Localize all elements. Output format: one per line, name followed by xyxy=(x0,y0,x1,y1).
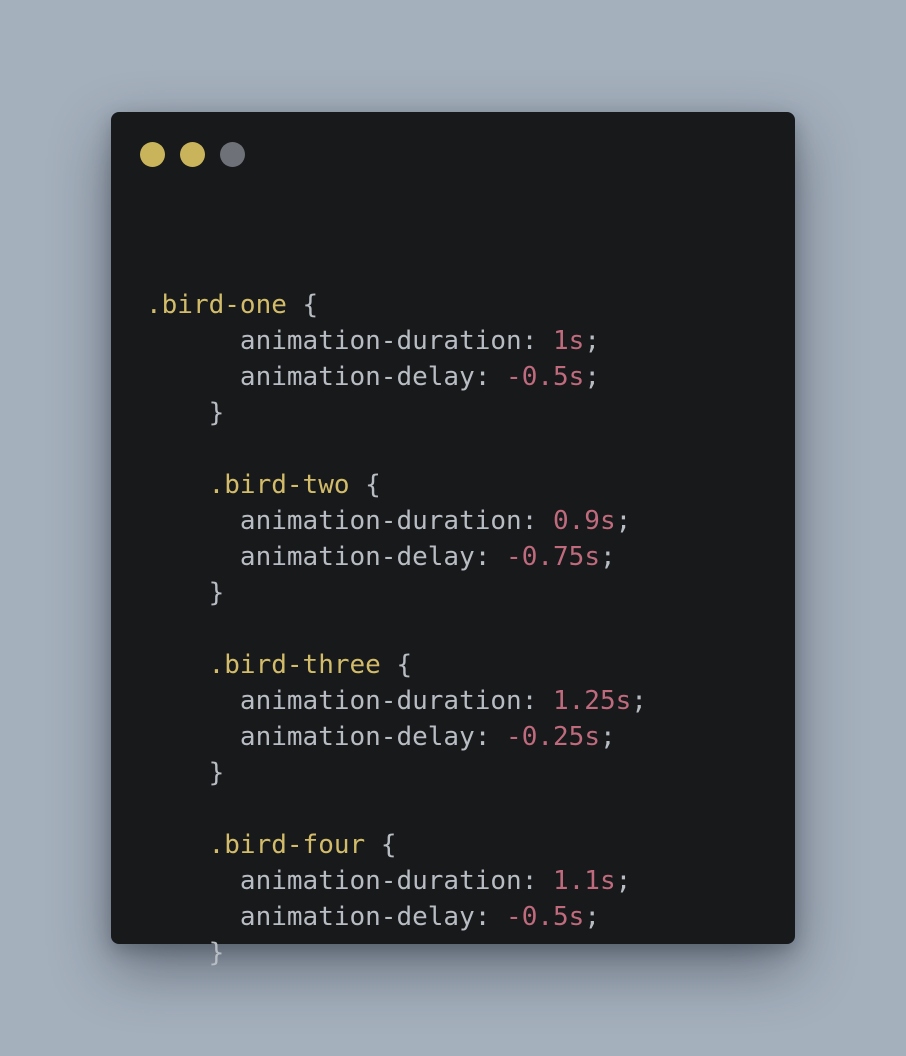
open-brace: { xyxy=(349,470,381,500)
css-property: animation-delay xyxy=(239,902,475,932)
css-selector: .bird-four xyxy=(208,830,366,860)
css-property: animation-duration xyxy=(239,506,522,536)
code-line: } xyxy=(146,935,647,971)
window-dot-3[interactable] xyxy=(220,142,245,167)
code-line: animation-delay: -0.25s; xyxy=(146,719,647,755)
colon: : xyxy=(474,542,507,572)
semicolon: ; xyxy=(615,866,632,896)
css-property: animation-delay xyxy=(239,542,475,572)
semicolon: ; xyxy=(599,722,616,752)
code-line: .bird-two { xyxy=(146,467,647,503)
semicolon: ; xyxy=(631,686,647,716)
close-brace: } xyxy=(208,398,225,428)
css-selector: .bird-one xyxy=(146,290,287,320)
css-selector: .bird-three xyxy=(208,650,381,680)
css-property: animation-duration xyxy=(239,326,522,356)
css-property: animation-delay xyxy=(239,722,475,752)
close-brace: } xyxy=(208,758,225,788)
window-dot-1[interactable] xyxy=(140,142,165,167)
colon: : xyxy=(521,326,553,356)
window-dot-2[interactable] xyxy=(180,142,205,167)
css-value: 0.9s xyxy=(553,506,616,536)
css-property: animation-duration xyxy=(239,866,522,896)
colon: : xyxy=(474,362,507,392)
open-brace: { xyxy=(286,290,319,320)
css-value: -0.25s xyxy=(506,722,600,752)
open-brace: { xyxy=(380,650,413,680)
code-line: animation-duration: 0.9s; xyxy=(146,503,647,539)
css-selector: .bird-two xyxy=(208,470,350,500)
code-line: } xyxy=(146,395,647,431)
colon: : xyxy=(521,866,553,896)
code-line: .bird-three { xyxy=(146,647,647,683)
semicolon: ; xyxy=(584,326,600,356)
css-value: -0.5s xyxy=(506,902,585,932)
code-line: .bird-one { xyxy=(146,287,647,323)
colon: : xyxy=(521,686,553,716)
colon: : xyxy=(474,722,507,752)
semicolon: ; xyxy=(584,362,600,392)
close-brace: } xyxy=(208,938,225,968)
code-line: animation-delay: -0.5s; xyxy=(146,359,647,395)
code-line: } xyxy=(146,575,647,611)
css-value: -0.75s xyxy=(506,542,600,572)
semicolon: ; xyxy=(599,542,616,572)
css-value: 1s xyxy=(553,326,585,356)
code-line: animation-duration: 1.25s; xyxy=(146,683,647,719)
code-line: animation-delay: -0.5s; xyxy=(146,899,647,935)
colon: : xyxy=(521,506,553,536)
colon: : xyxy=(474,902,507,932)
code-block: .bird-one { animation-duration: 1s; anim… xyxy=(146,215,647,1043)
code-line: animation-duration: 1s; xyxy=(146,323,647,359)
code-line: .bird-four { xyxy=(146,827,647,863)
code-window: .bird-one { animation-duration: 1s; anim… xyxy=(111,112,795,968)
css-value: 1.25s xyxy=(553,686,632,716)
code-line: animation-delay: -0.75s; xyxy=(146,539,647,575)
code-line: animation-duration: 1.1s; xyxy=(146,863,647,899)
window-controls xyxy=(140,142,245,167)
code-line: } xyxy=(146,755,647,791)
close-brace: } xyxy=(208,578,225,608)
css-property: animation-delay xyxy=(239,362,475,392)
semicolon: ; xyxy=(615,506,632,536)
open-brace: { xyxy=(365,830,397,860)
css-property: animation-duration xyxy=(239,686,522,716)
css-value: -0.5s xyxy=(506,362,585,392)
css-value: 1.1s xyxy=(553,866,616,896)
semicolon: ; xyxy=(584,902,600,932)
